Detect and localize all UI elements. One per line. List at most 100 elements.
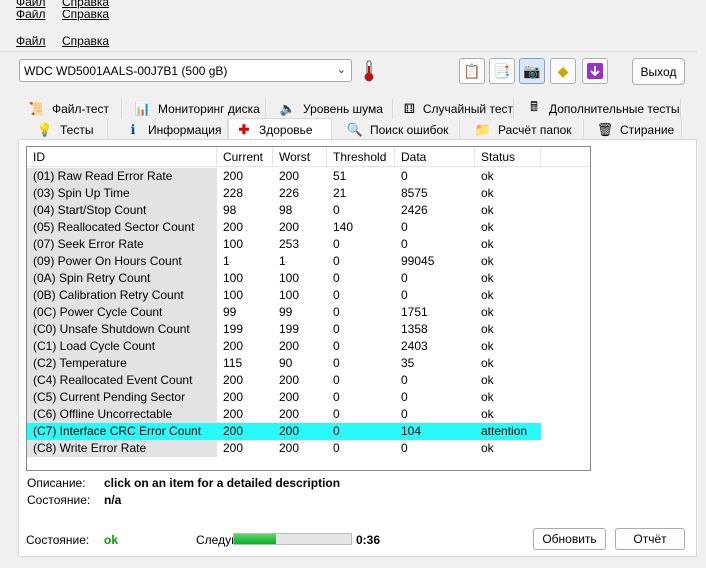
screenshot-button[interactable]: 📷 xyxy=(519,58,545,84)
info-icon: ℹ xyxy=(130,121,136,137)
table-row[interactable]: (C8) Write Error Rate 200 200 0 0 ok xyxy=(27,440,590,457)
table-cell: 100 xyxy=(223,271,244,285)
table-cell: 2426 xyxy=(401,203,428,217)
diskette-icon: ◆ xyxy=(557,62,569,79)
calculator-icon: 🖩 xyxy=(530,98,538,114)
menu-file[interactable]: Файл xyxy=(16,0,46,9)
thermometer-icon[interactable] xyxy=(356,58,382,84)
table-row[interactable]: (C4) Reallocated Event Count 200 200 0 0 ok xyxy=(27,372,590,389)
table-cell: 0 xyxy=(401,390,408,404)
table-cell: 100 xyxy=(279,271,300,285)
table-row[interactable]: (05) Reallocated Sector Count 200 200 140 0 o… xyxy=(27,219,590,236)
tab-information[interactable]: ℹ Информация xyxy=(118,119,228,140)
table-cell: 0 xyxy=(401,220,408,234)
tab-folder-calc[interactable]: 📁 Расчёт папок xyxy=(468,119,584,140)
next-test-progress xyxy=(233,533,352,545)
tab-random-test[interactable]: ⚅ Случайный тест xyxy=(396,98,514,119)
table-cell: ok xyxy=(481,288,494,302)
description-value: click on an item for a detailed descript… xyxy=(104,476,341,490)
tab-health[interactable]: ✚ Здоровье xyxy=(228,118,332,141)
col-status[interactable]: Status xyxy=(475,147,541,167)
copy-image-button[interactable]: 📑 xyxy=(489,58,515,84)
table-cell: 21 xyxy=(333,186,347,200)
menu-bar-ghost-mid: Файл Справка xyxy=(0,10,706,24)
table-row[interactable]: (0A) Spin Retry Count 100 100 0 0 ok xyxy=(27,270,590,287)
table-row[interactable]: (C6) Offline Uncorrectable 200 200 0 0 ok xyxy=(27,406,590,423)
tab-tests[interactable]: 💡 Тесты xyxy=(30,119,108,140)
refresh-button[interactable]: Обновить xyxy=(533,528,606,550)
magnifier-icon: 🔍 xyxy=(346,121,364,137)
table-cell: 199 xyxy=(223,322,244,336)
table-cell: ok xyxy=(481,441,494,455)
table-row[interactable]: (C1) Load Cycle Count 200 200 0 2403 ok xyxy=(27,338,590,355)
table-cell: (04) Start/Stop Count xyxy=(27,202,217,219)
table-cell: (03) Spin Up Time xyxy=(27,185,217,202)
tab-erase[interactable]: 🗑 Стирание xyxy=(590,119,682,140)
menu-file[interactable]: Файл xyxy=(16,34,46,48)
col-data[interactable]: Data xyxy=(395,147,475,167)
copy-text-button[interactable]: 📋 xyxy=(459,58,485,84)
tab-error-scan[interactable]: 🔍 Поиск ошибок xyxy=(340,119,460,140)
health-panel: ID Current Worst Threshold Data Status (… xyxy=(18,139,697,557)
dice-icon: ⚅ xyxy=(403,100,416,116)
table-row[interactable]: (C2) Temperature 115 90 0 35 ok xyxy=(27,355,590,372)
save-button[interactable]: ◆ xyxy=(550,58,576,84)
table-cell: ok xyxy=(481,305,494,319)
col-id[interactable]: ID xyxy=(27,147,217,167)
table-row[interactable]: (09) Power On Hours Count 1 1 0 99045 ok xyxy=(27,253,590,270)
col-threshold[interactable]: Threshold xyxy=(327,147,395,167)
tab-noise-level[interactable]: 🔈 Уровень шума xyxy=(273,98,393,119)
table-cell: 0 xyxy=(401,441,408,455)
table-cell: (C0) Unsafe Shutdown Count xyxy=(27,321,217,338)
tab-disk-monitoring[interactable]: 📊 Мониторинг диска xyxy=(128,98,266,119)
description-label: Описание: xyxy=(27,476,86,490)
tab-extra-tests[interactable]: 🖩 Дополнительные тесты xyxy=(519,98,681,119)
download-button[interactable] xyxy=(582,58,608,84)
trash-icon: 🗑 xyxy=(596,121,614,137)
menu-help[interactable]: Справка xyxy=(62,10,109,21)
table-cell: 140 xyxy=(333,220,354,234)
table-cell: (0B) Calibration Retry Count xyxy=(27,287,217,304)
table-row[interactable]: (C0) Unsafe Shutdown Count 199 199 0 1358 ok xyxy=(27,321,590,338)
disk-select[interactable]: WDC WD5001AALS-00J7B1 (500 gB) ⌄ xyxy=(19,59,352,82)
table-cell: 200 xyxy=(223,373,244,387)
report-button[interactable]: Отчёт xyxy=(615,528,685,550)
table-row[interactable]: (04) Start/Stop Count 98 98 0 2426 ok xyxy=(27,202,590,219)
table-cell: 115 xyxy=(223,356,243,370)
toolbar: WDC WD5001AALS-00J7B1 (500 gB) ⌄ 📋 📑 📷 ◆… xyxy=(0,51,697,93)
copy-icon: 📋 xyxy=(463,62,481,79)
col-current[interactable]: Current xyxy=(217,147,273,167)
camera-icon: 📷 xyxy=(523,62,541,79)
table-cell: 100 xyxy=(223,237,244,251)
next-test-label: Следую xyxy=(196,533,233,547)
table-cell: 200 xyxy=(279,390,300,404)
col-worst[interactable]: Worst xyxy=(273,147,327,167)
disk-select-value: WDC WD5001AALS-00J7B1 (500 gB) xyxy=(24,64,228,78)
table-row[interactable]: (01) Raw Read Error Rate 200 200 51 0 ok xyxy=(27,168,590,185)
table-cell: (07) Seek Error Rate xyxy=(27,236,217,253)
table-cell: 51 xyxy=(333,169,347,183)
smart-table[interactable]: ID Current Worst Threshold Data Status (… xyxy=(26,146,591,471)
exit-button[interactable]: Выход xyxy=(632,58,685,85)
table-row[interactable]: (C7) Interface CRC Error Count 200 200 0 104… xyxy=(27,423,590,440)
table-header: ID Current Worst Threshold Data Status xyxy=(27,147,590,167)
table-cell: 35 xyxy=(401,356,415,370)
menu-help[interactable]: Справка xyxy=(62,34,109,48)
tab-file-test[interactable]: 📜 Файл-тест xyxy=(22,98,122,119)
state-line: Состояние: n/a xyxy=(27,493,121,507)
table-row[interactable]: (07) Seek Error Rate 100 253 0 0 ok xyxy=(27,236,590,253)
table-cell: (0A) Spin Retry Count xyxy=(27,270,217,287)
table-row[interactable]: (0C) Power Cycle Count 99 99 0 1751 ok xyxy=(27,304,590,321)
folder-icon: 📁 xyxy=(474,121,492,137)
table-cell: 1358 xyxy=(401,322,428,336)
table-cell: 200 xyxy=(279,339,300,353)
table-row[interactable]: (03) Spin Up Time 228 226 21 8575 ok xyxy=(27,185,590,202)
table-cell: 200 xyxy=(223,339,244,353)
table-cell: 226 xyxy=(279,186,300,200)
table-cell: (05) Reallocated Sector Count xyxy=(27,219,217,236)
menu-help[interactable]: Справка xyxy=(62,0,109,9)
table-row[interactable]: (0B) Calibration Retry Count 100 100 0 0 ok xyxy=(27,287,590,304)
table-row[interactable]: (C5) Current Pending Sector 200 200 0 0 ok xyxy=(27,389,590,406)
menu-file[interactable]: Файл xyxy=(16,10,46,21)
table-cell: (01) Raw Read Error Rate xyxy=(27,168,217,185)
